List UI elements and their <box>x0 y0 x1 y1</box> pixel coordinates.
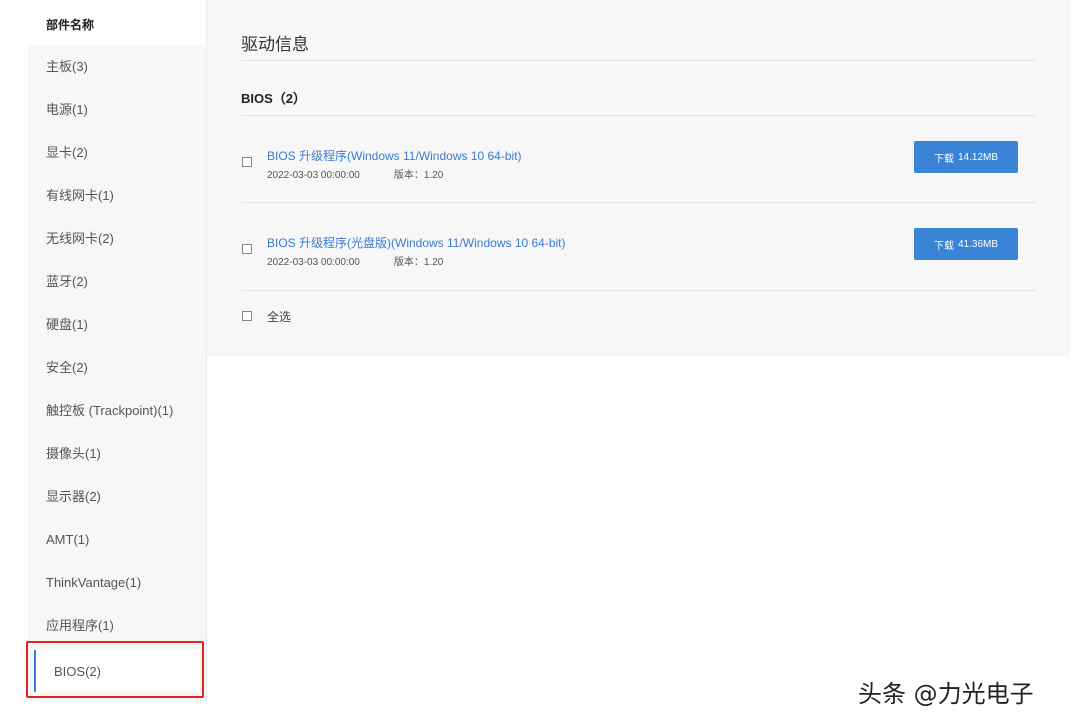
sidebar-header: 部件名称 <box>28 0 206 45</box>
row-divider-1 <box>241 202 1036 203</box>
driver-1-download-button[interactable]: 下载 14.12MB <box>914 141 1018 173</box>
sidebar-item-display[interactable]: 显示器(2) <box>28 475 206 518</box>
driver-2-checkbox[interactable] <box>242 244 252 254</box>
component-sidebar: 部件名称 主板(3) 电源(1) 显卡(2) 有线网卡(1) 无线网卡(2) 蓝… <box>28 0 207 702</box>
driver-2-download-button[interactable]: 下载 41.36MB <box>914 228 1018 260</box>
driver-2-size: 41.36MB <box>957 238 999 250</box>
driver-2-download-label: 下载 <box>933 240 954 252</box>
page-title: 驱动信息 <box>241 35 309 54</box>
driver-2-date: 2022-03-03 00:00:00 <box>267 257 360 268</box>
driver-1-download-label: 下载 <box>933 153 954 165</box>
section-divider <box>241 115 1036 116</box>
sidebar-item-security[interactable]: 安全(2) <box>28 346 206 389</box>
section-title: BIOS（2） <box>241 91 307 106</box>
select-all-checkbox[interactable] <box>242 311 252 321</box>
sidebar-item-harddisk[interactable]: 硬盘(1) <box>28 303 206 346</box>
sidebar-item-bluetooth[interactable]: 蓝牙(2) <box>28 260 206 303</box>
driver-1-date: 2022-03-03 00:00:00 <box>267 170 360 181</box>
watermark-text: 头条 @力光电子 <box>858 680 1034 708</box>
sidebar-item-wireless-nic[interactable]: 无线网卡(2) <box>28 217 206 260</box>
sidebar-item-amt[interactable]: AMT(1) <box>28 518 206 561</box>
driver-info-panel: 驱动信息 BIOS（2） BIOS 升级程序(Windows 11/Window… <box>207 0 1070 356</box>
sidebar-item-bios[interactable]: BIOS(2) <box>34 650 200 692</box>
title-divider <box>241 60 1036 61</box>
sidebar-item-graphics[interactable]: 显卡(2) <box>28 131 206 174</box>
driver-1-size: 14.12MB <box>957 151 999 163</box>
sidebar-item-applications[interactable]: 应用程序(1) <box>28 604 206 647</box>
driver-2-name-link[interactable]: BIOS 升级程序(光盘版)(Windows 11/Windows 10 64-… <box>267 234 566 251</box>
select-all-label[interactable]: 全选 <box>267 308 291 325</box>
driver-1-meta: 2022-03-03 00:00:00 版本：1.20 <box>267 166 443 181</box>
driver-2-version: 版本：1.20 <box>393 257 444 268</box>
row-divider-2 <box>241 290 1036 291</box>
driver-1-name-link[interactable]: BIOS 升级程序(Windows 11/Windows 10 64-bit) <box>267 147 522 164</box>
sidebar-item-camera[interactable]: 摄像头(1) <box>28 432 206 475</box>
driver-1-checkbox[interactable] <box>242 157 252 167</box>
sidebar-item-motherboard[interactable]: 主板(3) <box>28 45 206 88</box>
sidebar-item-trackpad[interactable]: 触控板 (Trackpoint)(1) <box>28 389 206 432</box>
sidebar-item-thinkvantage[interactable]: ThinkVantage(1) <box>28 561 206 604</box>
driver-2-meta: 2022-03-03 00:00:00 版本：1.20 <box>267 253 443 268</box>
driver-1-version: 版本：1.20 <box>393 170 444 181</box>
sidebar-item-wired-nic[interactable]: 有线网卡(1) <box>28 174 206 217</box>
sidebar-item-power[interactable]: 电源(1) <box>28 88 206 131</box>
